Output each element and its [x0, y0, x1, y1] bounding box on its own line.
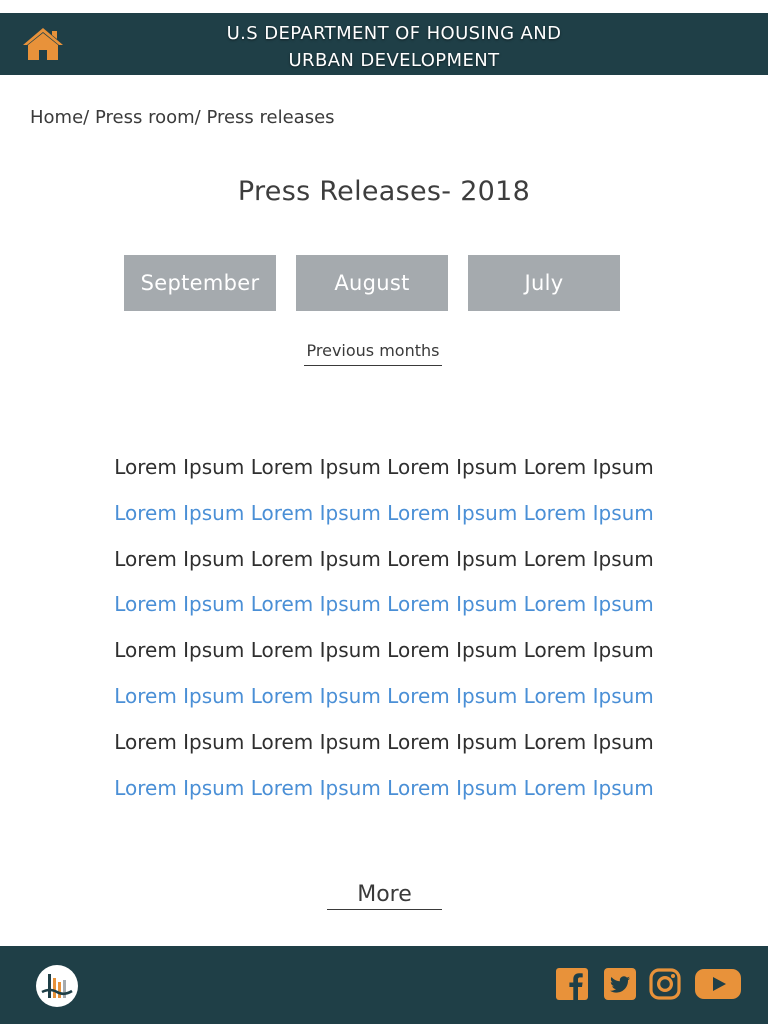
press-release-item[interactable]: Lorem Ipsum Lorem Ipsum Lorem Ipsum Lore… [0, 633, 768, 679]
instagram-icon [649, 968, 681, 1000]
youtube-icon [695, 969, 741, 999]
twitter-icon [604, 968, 636, 1000]
breadcrumb-home[interactable]: Home/ [30, 107, 89, 128]
breadcrumb-press-room[interactable]: Press room/ [95, 107, 201, 128]
site-title: U.S DEPARTMENT OF HOUSING AND URBAN DEVE… [184, 20, 604, 74]
press-release-item[interactable]: Lorem Ipsum Lorem Ipsum Lorem Ipsum Lore… [0, 725, 768, 771]
instagram-link[interactable] [649, 968, 681, 1004]
month-button-september[interactable]: September [124, 255, 276, 311]
press-release-item[interactable]: Lorem Ipsum Lorem Ipsum Lorem Ipsum Lore… [0, 450, 768, 496]
site-title-line-2: URBAN DEVELOPMENT [288, 50, 500, 71]
hud-logo-icon [41, 974, 73, 998]
home-button[interactable] [22, 26, 64, 62]
breadcrumb: Home/ Press room/ Press releases [30, 107, 335, 128]
top-strip [0, 0, 768, 13]
breadcrumb-press-releases[interactable]: Press releases [206, 107, 334, 128]
hud-logo[interactable] [36, 965, 78, 1007]
press-release-item[interactable]: Lorem Ipsum Lorem Ipsum Lorem Ipsum Lore… [0, 542, 768, 588]
youtube-link[interactable] [695, 968, 741, 1004]
facebook-icon [556, 968, 588, 1000]
page-title: Press Releases- 2018 [237, 176, 531, 207]
month-button-august[interactable]: August [296, 255, 448, 311]
facebook-link[interactable] [556, 968, 588, 1004]
site-header: U.S DEPARTMENT OF HOUSING AND URBAN DEVE… [0, 13, 768, 75]
press-release-item[interactable]: Lorem Ipsum Lorem Ipsum Lorem Ipsum Lore… [0, 587, 768, 633]
month-button-july[interactable]: July [468, 255, 620, 311]
site-title-line-1: U.S DEPARTMENT OF HOUSING AND [226, 23, 562, 44]
press-release-item[interactable]: Lorem Ipsum Lorem Ipsum Lorem Ipsum Lore… [0, 771, 768, 817]
twitter-link[interactable] [604, 968, 636, 1004]
site-footer [0, 946, 768, 1024]
previous-months-link[interactable]: Previous months [304, 341, 442, 366]
more-link[interactable]: More [327, 882, 442, 910]
press-release-item[interactable]: Lorem Ipsum Lorem Ipsum Lorem Ipsum Lore… [0, 496, 768, 542]
press-release-item[interactable]: Lorem Ipsum Lorem Ipsum Lorem Ipsum Lore… [0, 679, 768, 725]
press-release-list: Lorem Ipsum Lorem Ipsum Lorem Ipsum Lore… [0, 450, 768, 816]
home-icon [23, 28, 63, 60]
